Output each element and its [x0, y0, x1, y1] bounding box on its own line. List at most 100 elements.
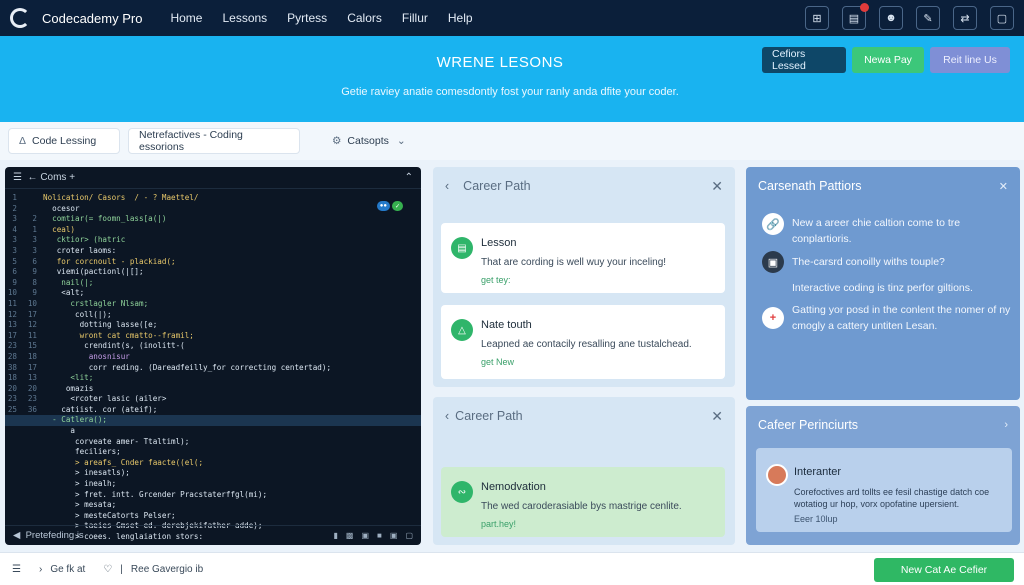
code-line[interactable]: 13 12 dotting lasse([e; — [5, 320, 421, 331]
bottom-item-2[interactable]: Ree Gavergio ib — [131, 564, 203, 575]
settings-icon[interactable]: ▣ — [390, 531, 398, 540]
code-line[interactable]: 38 17 corr reding. (Dareadfeilly_for corr… — [5, 363, 421, 374]
code-line[interactable]: 23 15 crendint(s, (inolitt-( — [5, 341, 421, 352]
add-icon[interactable]: + — [69, 172, 75, 183]
code-line[interactable]: a — [5, 426, 421, 437]
panel-header: Carsenath Pattiors ✕ — [746, 167, 1020, 205]
code-line[interactable]: 12 17 coll(|); — [5, 310, 421, 321]
code-line[interactable]: 3 3 cktior> (hatric — [5, 235, 421, 246]
close-icon[interactable]: ✕ — [711, 408, 723, 425]
line-number-secondary: 17 — [27, 309, 37, 319]
code-line[interactable]: - Catlera(); — [5, 415, 421, 427]
nav-link-home[interactable]: Home — [170, 11, 202, 25]
back-arrow-icon[interactable]: ← — [28, 172, 38, 183]
back-chevron-icon[interactable]: ‹ — [445, 179, 449, 193]
close-icon[interactable]: ✕ — [711, 178, 723, 195]
code-text: viemi(pactionl(|[]; — [43, 267, 144, 277]
code-line[interactable]: 11 10 crstlagler Nlsam; — [5, 299, 421, 310]
collapse-icon[interactable]: ⌃ — [405, 172, 413, 183]
code-line[interactable]: 23 23 <rcoter lasic (ailer> — [5, 394, 421, 405]
principle-card[interactable]: Interanter Corefoctives ard tollts ee fe… — [756, 448, 1012, 532]
share-icon[interactable]: ⇄ — [953, 6, 977, 30]
code-line[interactable]: 28 18 anosnisur — [5, 352, 421, 363]
code-line[interactable]: 5 6 for corcnoult - plackiad(; — [5, 257, 421, 268]
line-number-secondary: 18 — [27, 351, 37, 361]
nav-link-lessons[interactable]: Lessons — [222, 11, 267, 25]
option-item[interactable]: The-carsrd conoilly withs touple? — [792, 254, 1012, 270]
lesson-card[interactable]: △ Nate touth Leapned ae contacily resall… — [441, 305, 725, 379]
bottom-item-1[interactable]: Ge fk at — [50, 564, 85, 575]
code-line[interactable]: > areafs_ Cnder faacte((el(; — [5, 458, 421, 469]
chevron-right-icon[interactable]: › — [39, 564, 42, 575]
tab-netrefactives[interactable]: Netrefactives - Coding essorions — [128, 128, 300, 154]
code-line[interactable]: 17 11 wront cat cmatto--framil; — [5, 331, 421, 342]
brand-name[interactable]: Codecademy Pro — [42, 11, 142, 26]
hero-button-pay[interactable]: Newa Pay — [852, 47, 924, 73]
terminal-icon[interactable]: ▩ — [346, 531, 354, 540]
line-number: 11 — [7, 298, 17, 308]
card-link[interactable]: get tey: — [481, 275, 511, 285]
code-line[interactable]: 4 1 ceal) — [5, 225, 421, 236]
code-editor[interactable]: ☰ ← Coms + ⌃ 1 Nolication/ Casors / - ? M… — [5, 167, 421, 545]
heart-icon[interactable]: ♡ — [103, 564, 112, 575]
nav-link-calors[interactable]: Calors — [347, 11, 382, 25]
code-line[interactable]: > mesteCatorts Pelser; — [5, 511, 421, 522]
hero-button-contact[interactable]: Reit line Us — [930, 47, 1010, 73]
code-text: > inealh; — [43, 479, 117, 489]
option-item[interactable]: Gatting yor posd in the conlent the nome… — [792, 302, 1012, 334]
back-chevron-icon[interactable]: ‹ — [445, 409, 449, 423]
code-line[interactable]: > inealh; — [5, 479, 421, 490]
code-line[interactable]: 1 Nolication/ Casors / - ? Maettel/ — [5, 193, 421, 204]
grid-icon[interactable]: ⊞ — [805, 6, 829, 30]
code-line[interactable]: 25 36 catiist. cor (ateif); — [5, 405, 421, 416]
editor-code-area[interactable]: 1 Nolication/ Casors / - ? Maettel/2 oces… — [5, 189, 421, 543]
pen-icon[interactable]: ✎ — [916, 6, 940, 30]
list-icon[interactable]: ☰ — [12, 564, 21, 575]
code-line[interactable]: > mesata; — [5, 500, 421, 511]
code-line[interactable]: feciliers; — [5, 447, 421, 458]
card-title: Nate touth — [481, 319, 532, 331]
run-badge-green: ✓ — [391, 201, 403, 211]
code-line[interactable]: > fret. intt. Grcender Pracstaterffgl(mi… — [5, 490, 421, 501]
code-line[interactable]: 18 13 <lit; — [5, 373, 421, 384]
collapse-arrow-icon[interactable]: ◀ — [13, 530, 20, 541]
user-icon[interactable]: ☻ — [879, 6, 903, 30]
document-icon[interactable]: ▤ — [842, 3, 869, 30]
nav-link-help[interactable]: Help — [448, 11, 473, 25]
nav-link-progress[interactable]: Pyrtess — [287, 11, 327, 25]
code-line[interactable]: 3 3 croter laoms: — [5, 246, 421, 257]
code-line[interactable]: corveate amer- Ttaltiml); — [5, 437, 421, 448]
lesson-card[interactable]: ▤ Lesson That are cording is well wuy yo… — [441, 223, 725, 293]
tab-catsopts[interactable]: ⚙ Catsopts ⌄ — [322, 128, 412, 154]
card-link[interactable]: get New — [481, 357, 514, 367]
logo-icon[interactable] — [10, 8, 30, 28]
code-line[interactable]: > inesatls); — [5, 468, 421, 479]
tab-code-lessing[interactable]: Δ Code Lessing — [8, 128, 120, 154]
code-line[interactable]: 3 2 comtiar(= foomn_lass[a(|) — [5, 214, 421, 225]
bookmark-icon[interactable]: ▮ — [334, 531, 338, 540]
window-icon[interactable]: ▢ — [405, 531, 413, 540]
nav-link-fillur[interactable]: Fillur — [402, 11, 428, 25]
code-text: > inesatls); — [43, 468, 130, 478]
close-icon[interactable]: ✕ — [999, 180, 1008, 193]
option-item[interactable]: New a areer chie caltion come to tre con… — [792, 215, 1012, 247]
chevron-right-icon[interactable]: › — [1004, 419, 1008, 431]
code-line[interactable]: 6 9 viemi(pactionl(|[]; — [5, 267, 421, 278]
motivation-card[interactable]: ∾ Nemodvation The wed caroderasiable bys… — [441, 467, 725, 537]
hero-button-group: Cefiors Lessed Newa Pay Reit line Us — [762, 47, 1010, 73]
line-number — [5, 479, 25, 490]
code-line[interactable]: 2 ocesor — [5, 204, 421, 215]
card-link[interactable]: part.hey! — [481, 519, 516, 529]
line-number: 3 — [12, 214, 17, 224]
copy-icon[interactable]: ▣ — [361, 531, 369, 540]
new-cta-button[interactable]: New Cat Ae Cefier — [874, 558, 1014, 582]
window-icon[interactable]: ▢ — [990, 6, 1014, 30]
menu-icon[interactable]: ☰ — [13, 172, 22, 183]
code-line[interactable]: 10 9 <alt; — [5, 288, 421, 299]
code-line[interactable]: 9 8 nail(|; — [5, 278, 421, 289]
save-icon[interactable]: ■ — [377, 531, 382, 540]
hero-button-lessons[interactable]: Cefiors Lessed — [762, 47, 846, 73]
code-line[interactable]: 20 20 omazis — [5, 384, 421, 395]
run-badges[interactable]: ●● ✓ — [376, 201, 403, 211]
option-item[interactable]: Interactive coding is tinz perfor giltio… — [792, 280, 1012, 296]
